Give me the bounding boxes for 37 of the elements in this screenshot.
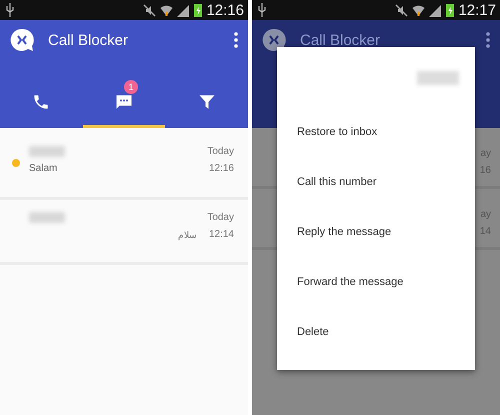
menu-item[interactable]: Reply the message (277, 207, 475, 257)
menu-item[interactable]: Forward the message (277, 257, 475, 307)
mute-icon (395, 4, 408, 16)
status-time: 12:17 (458, 2, 496, 18)
wifi-icon (412, 4, 426, 16)
message-date: Today (207, 212, 234, 223)
message-preview: سلام (178, 230, 197, 240)
unread-badge: 1 (124, 80, 138, 94)
app-title: Call Blocker (48, 32, 130, 48)
menu-item[interactable]: Call this number (277, 157, 475, 207)
message-preview: Salam (29, 163, 58, 174)
menu-item[interactable]: Restore to inbox (277, 107, 475, 157)
message-date: Today (207, 146, 234, 157)
usb-icon (6, 3, 14, 17)
app-logo-icon (262, 28, 286, 52)
battery-icon (194, 3, 202, 17)
signal-icon (429, 4, 442, 16)
mute-icon (143, 4, 156, 16)
battery-icon (446, 3, 454, 17)
message-time: 12:14 (208, 229, 234, 240)
app-title: Call Blocker (300, 32, 382, 48)
filter-icon (198, 92, 216, 110)
redacted-sender (29, 212, 65, 223)
signal-icon (177, 4, 190, 16)
usb-icon (258, 3, 266, 17)
phone-icon (32, 92, 50, 110)
message-icon (115, 92, 133, 110)
status-time: 12:16 (206, 2, 244, 18)
more-menu-icon[interactable] (234, 32, 238, 48)
menu-item[interactable]: Delete (277, 307, 475, 357)
wifi-icon (160, 4, 174, 16)
message-time: 12:16 (208, 163, 234, 174)
redacted-sender (29, 146, 65, 157)
more-menu-icon[interactable] (486, 32, 490, 48)
app-logo-icon (10, 28, 34, 52)
message-row[interactable]: Salam Today 12:16 (0, 128, 248, 200)
redacted-sender (417, 71, 459, 85)
